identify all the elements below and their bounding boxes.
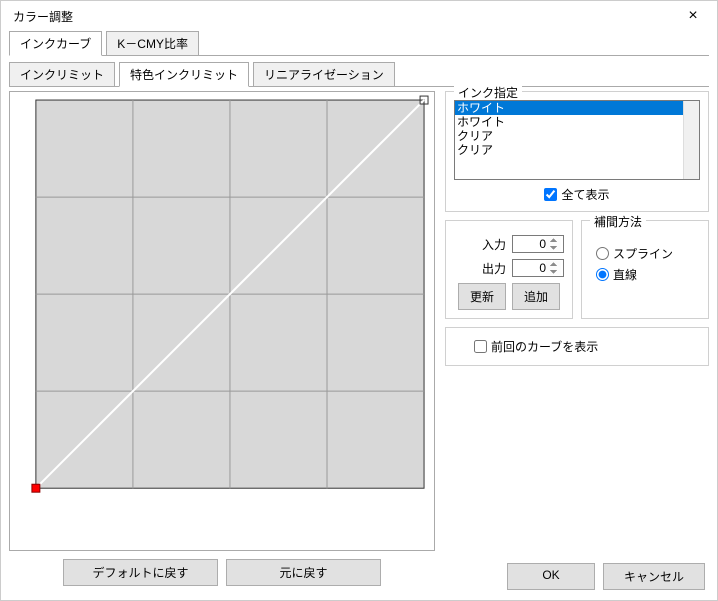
input-label: 入力 <box>482 236 506 253</box>
add-button[interactable]: 追加 <box>512 283 560 310</box>
content-area: デフォルトに戻す 元に戻す インク指定 ホワイト ホワイト クリア クリア 全て… <box>1 87 717 594</box>
linear-row: 直線 <box>596 266 700 283</box>
prev-curve-row: 前回のカーブを表示 <box>474 338 700 355</box>
close-icon[interactable]: × <box>677 3 709 29</box>
default-button[interactable]: デフォルトに戻す <box>63 559 218 586</box>
dialog-title: カラー調整 <box>9 8 677 25</box>
middle-controls: 入力 出力 更新 追加 補間方法 スプ <box>445 220 709 319</box>
spline-row: スプライン <box>596 245 700 262</box>
tab-ink-limit[interactable]: インクリミット <box>9 62 115 86</box>
graph-buttons: デフォルトに戻す 元に戻す <box>9 559 435 586</box>
tab-special-ink-limit[interactable]: 特色インクリミット <box>119 62 249 87</box>
spline-label: スプライン <box>613 245 673 262</box>
input-field[interactable] <box>512 235 564 253</box>
prev-curve-group: 前回のカーブを表示 <box>445 327 709 366</box>
main-tabs: インクカーブ K－CMY比率 <box>9 31 709 56</box>
tab-ink-curve[interactable]: インクカーブ <box>9 31 102 56</box>
tab-linearization[interactable]: リニアライゼーション <box>253 62 395 86</box>
spline-radio[interactable] <box>596 247 609 260</box>
scrollbar[interactable] <box>683 101 699 179</box>
right-panel: インク指定 ホワイト ホワイト クリア クリア 全て表示 入力 <box>445 91 709 586</box>
show-all-row: 全て表示 <box>454 186 700 203</box>
linear-label: 直線 <box>613 266 637 283</box>
output-field[interactable] <box>512 259 564 277</box>
ink-listbox[interactable]: ホワイト ホワイト クリア クリア <box>454 100 700 180</box>
list-item[interactable]: クリア <box>455 143 699 157</box>
ink-select-legend: インク指定 <box>454 84 522 101</box>
io-group: 入力 出力 更新 追加 <box>445 220 573 319</box>
prev-curve-checkbox[interactable] <box>474 340 487 353</box>
output-label: 出力 <box>482 260 506 277</box>
graph-panel: デフォルトに戻す 元に戻す <box>9 91 435 586</box>
ok-button[interactable]: OK <box>507 563 595 590</box>
curve-graph[interactable] <box>9 91 435 551</box>
graph-svg <box>10 92 434 550</box>
list-item[interactable]: ホワイト <box>455 101 699 115</box>
list-item[interactable]: ホワイト <box>455 115 699 129</box>
sub-tabs: インクリミット 特色インクリミット リニアライゼーション <box>9 62 709 87</box>
output-row: 出力 <box>454 259 564 277</box>
show-all-checkbox[interactable] <box>544 188 557 201</box>
input-row: 入力 <box>454 235 564 253</box>
tab-k-cmy-ratio[interactable]: K－CMY比率 <box>106 31 199 55</box>
cancel-button[interactable]: キャンセル <box>603 563 705 590</box>
prev-curve-label: 前回のカーブを表示 <box>491 338 598 355</box>
show-all-label: 全て表示 <box>561 186 609 203</box>
interp-legend: 補間方法 <box>590 213 646 230</box>
ink-select-group: インク指定 ホワイト ホワイト クリア クリア 全て表示 <box>445 91 709 212</box>
color-adjust-dialog: カラー調整 × インクカーブ K－CMY比率 インクリミット 特色インクリミット… <box>0 0 718 601</box>
dialog-footer: OK キャンセル <box>507 563 705 590</box>
revert-button[interactable]: 元に戻す <box>226 559 381 586</box>
linear-radio[interactable] <box>596 268 609 281</box>
list-item[interactable]: クリア <box>455 129 699 143</box>
titlebar: カラー調整 × <box>1 1 717 31</box>
update-button[interactable]: 更新 <box>458 283 506 310</box>
interp-group: 補間方法 スプライン 直線 <box>581 220 709 319</box>
